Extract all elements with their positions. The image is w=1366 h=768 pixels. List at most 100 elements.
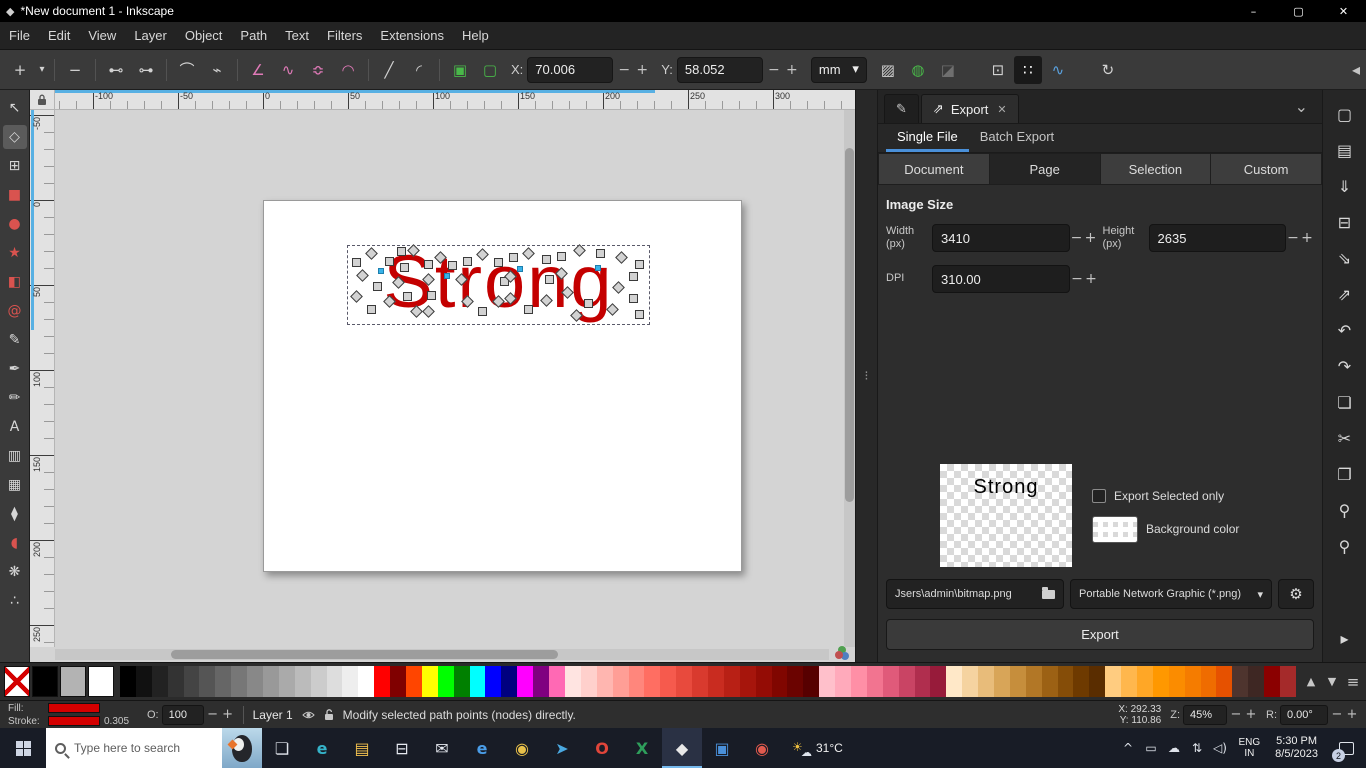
export-mode-tab-batch-export[interactable]: Batch Export — [969, 124, 1065, 152]
taskbar-app-photos[interactable]: ▣ — [702, 728, 742, 768]
taskbar-clock[interactable]: 5:30 PM 8/5/2023 — [1267, 735, 1326, 761]
zoom-input[interactable]: 45% — [1183, 705, 1227, 725]
palette-swatch[interactable] — [772, 666, 788, 697]
node-smooth-icon[interactable]: ∿ — [274, 56, 302, 84]
dpi-input[interactable]: 310.00 — [932, 265, 1070, 293]
palette-swatch[interactable] — [819, 666, 835, 697]
panel-expand-arrow-icon[interactable]: ▸ — [1328, 623, 1362, 654]
cut-icon[interactable]: ✂ — [1328, 423, 1362, 454]
taskbar-app-inkscape[interactable]: ◆ — [662, 728, 702, 768]
node-tool-icon[interactable]: ◇ — [3, 125, 27, 149]
taskbar-app-chrome[interactable]: ◉ — [502, 728, 542, 768]
scrollbar-thumb[interactable] — [171, 650, 558, 659]
palette-swatch[interactable] — [199, 666, 215, 697]
menu-object[interactable]: Object — [176, 22, 232, 49]
opacity-increment-button[interactable]: + — [222, 707, 234, 722]
network-icon[interactable]: ⇅ — [1186, 741, 1209, 755]
volume-icon[interactable]: ◁) — [1209, 741, 1232, 755]
path-node[interactable] — [542, 255, 551, 264]
palette-swatch[interactable] — [390, 666, 406, 697]
palette-swatch[interactable] — [899, 666, 915, 697]
paste-icon[interactable]: ❐ — [1328, 459, 1362, 490]
palette-swatch[interactable] — [231, 666, 247, 697]
export-selected-only-option[interactable]: Export Selected only — [1092, 489, 1239, 503]
dialog-tab-export[interactable]: ⇗ Export ✕ — [921, 94, 1019, 123]
taskbar-app-edge[interactable]: e — [302, 728, 342, 768]
node-y-input[interactable]: 58.052 — [677, 57, 763, 83]
menu-layer[interactable]: Layer — [125, 22, 176, 49]
path-node[interactable] — [635, 260, 644, 269]
palette-swatch[interactable] — [470, 666, 486, 697]
palette-swatch[interactable] — [644, 666, 660, 697]
path-node[interactable] — [584, 299, 593, 308]
segment-to-line-icon[interactable]: ╱ — [375, 56, 403, 84]
no-color-swatch[interactable] — [4, 666, 30, 697]
shape-builder-tool-icon[interactable]: ⊞ — [3, 154, 27, 178]
export-area-tab-custom[interactable]: Custom — [1211, 153, 1322, 185]
palette-swatch[interactable] — [803, 666, 819, 697]
display-icon[interactable]: ▭ — [1140, 741, 1163, 755]
palette-swatch[interactable] — [311, 666, 327, 697]
start-button[interactable] — [0, 728, 46, 768]
checkbox[interactable] — [1092, 489, 1106, 503]
menu-filters[interactable]: Filters — [318, 22, 371, 49]
path-node[interactable] — [397, 247, 406, 256]
path-node[interactable] — [596, 249, 605, 258]
palette-scroll-up-button[interactable]: ▲ — [1302, 675, 1320, 688]
insert-node-icon[interactable]: + — [6, 56, 34, 84]
stroke-width-value[interactable]: 0.305 — [104, 716, 138, 727]
palette-swatch[interactable] — [1232, 666, 1248, 697]
show-transform-handles-icon[interactable]: ⊡ — [984, 56, 1012, 84]
palette-swatch[interactable] — [740, 666, 756, 697]
rectangle-tool-icon[interactable]: ■ — [3, 183, 27, 207]
palette-swatch[interactable] — [374, 666, 390, 697]
palette-swatch[interactable] — [1216, 666, 1232, 697]
spray-tool-icon[interactable]: ∴ — [3, 589, 27, 613]
hidden-icons-chevron[interactable]: ^ — [1117, 741, 1140, 755]
menu-extensions[interactable]: Extensions — [371, 22, 453, 49]
taskbar-app-opera[interactable]: O — [582, 728, 622, 768]
export-settings-button[interactable]: ⚙ — [1278, 579, 1314, 609]
path-node[interactable] — [517, 266, 523, 272]
menu-text[interactable]: Text — [276, 22, 318, 49]
path-node[interactable] — [444, 273, 450, 279]
export-format-dropdown[interactable]: Portable Network Graphic (*.png) ▾ — [1070, 579, 1272, 609]
path-node[interactable] — [424, 260, 433, 269]
height-decrement-button[interactable]: − — [1286, 230, 1300, 246]
node-symmetric-icon[interactable]: ≎ — [304, 56, 332, 84]
palette-swatch[interactable] — [279, 666, 295, 697]
path-node[interactable] — [373, 282, 382, 291]
dpi-increment-button[interactable]: + — [1084, 271, 1098, 287]
vertical-scrollbar[interactable] — [844, 110, 855, 647]
close-tab-icon[interactable]: ✕ — [997, 103, 1006, 116]
palette-swatch[interactable] — [517, 666, 533, 697]
palette-swatch[interactable] — [835, 666, 851, 697]
palette-swatch[interactable] — [851, 666, 867, 697]
palette-swatch[interactable] — [485, 666, 501, 697]
taskbar-app-excel[interactable]: X — [622, 728, 662, 768]
taskbar-app-edge-blue[interactable]: e — [462, 728, 502, 768]
palette-swatch[interactable] — [867, 666, 883, 697]
height-increment-button[interactable]: + — [1300, 230, 1314, 246]
layer-lock-icon[interactable] — [324, 708, 334, 721]
palette-swatch[interactable] — [883, 666, 899, 697]
open-document-icon[interactable]: ▤ — [1328, 135, 1362, 166]
gradient-tool-icon[interactable]: ▥ — [3, 444, 27, 468]
path-node[interactable] — [352, 258, 361, 267]
palette-swatch[interactable] — [915, 666, 931, 697]
dialog-tab-pen[interactable]: ✎ — [884, 94, 919, 123]
horizontal-scrollbar[interactable] — [55, 649, 829, 660]
palette-swatch[interactable] — [533, 666, 549, 697]
palette-swatch[interactable] — [549, 666, 565, 697]
palette-swatch[interactable] — [756, 666, 772, 697]
palette-swatch[interactable] — [1248, 666, 1264, 697]
tweak-tool-icon[interactable]: ❋ — [3, 560, 27, 584]
y-increment-button[interactable]: + — [785, 62, 799, 78]
ruler-corner[interactable] — [30, 90, 55, 110]
palette-swatch[interactable] — [120, 666, 136, 697]
taskbar-app-microsoft-store[interactable]: ⊟ — [382, 728, 422, 768]
palette-swatch[interactable] — [930, 666, 946, 697]
palette-swatch[interactable] — [1105, 666, 1121, 697]
palette-swatch[interactable] — [1153, 666, 1169, 697]
export-mode-tab-single-file[interactable]: Single File — [886, 124, 969, 152]
